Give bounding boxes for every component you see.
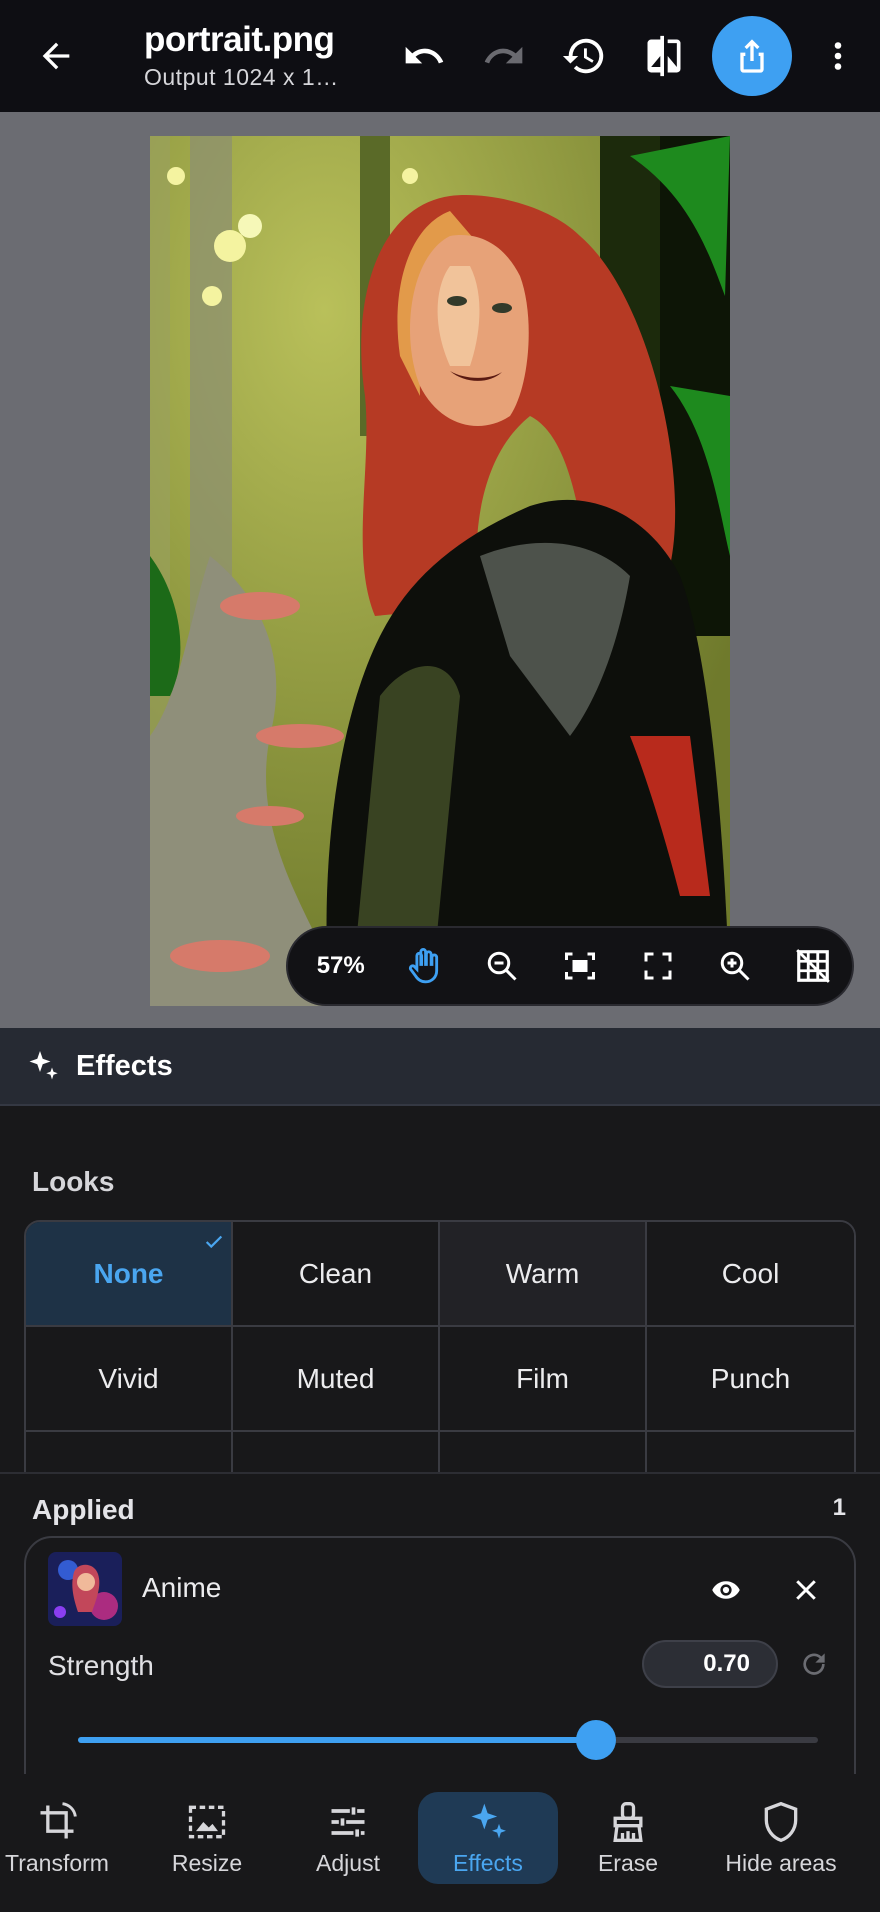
look-label: Cool	[721, 1257, 780, 1289]
zoom-level[interactable]: 57%	[288, 952, 385, 980]
nav-label: Hide areas	[725, 1849, 837, 1876]
compare-icon[interactable]	[636, 28, 692, 84]
looks-title: Looks	[32, 1166, 115, 1197]
nav-resize[interactable]: Resize	[146, 1792, 268, 1884]
look-placeholder[interactable]	[26, 1432, 233, 1472]
sparkles-icon	[466, 1800, 510, 1844]
look-vivid[interactable]: Vivid	[26, 1327, 233, 1432]
look-placeholder[interactable]	[233, 1432, 440, 1472]
reset-icon[interactable]	[792, 1642, 836, 1686]
visibility-eye-icon[interactable]	[698, 1562, 754, 1618]
nav-label: Transform	[5, 1849, 109, 1876]
nav-label: Erase	[597, 1849, 659, 1876]
strength-slider[interactable]	[78, 1720, 818, 1760]
applied-count: 1	[832, 1494, 846, 1521]
sliders-icon	[326, 1800, 370, 1844]
nav-effects[interactable]: Effects	[418, 1792, 558, 1884]
history-icon[interactable]	[556, 28, 612, 84]
effect-thumbnail	[48, 1552, 122, 1626]
look-label: Punch	[710, 1362, 791, 1394]
redo-icon[interactable]	[476, 28, 532, 84]
zoom-toolbar: 57%	[286, 926, 854, 1006]
nav-hide-areas[interactable]: Hide areas	[710, 1792, 852, 1884]
edited-portrait-image	[150, 136, 730, 1006]
applied-effects-section: Applied 1 Anime Strength 0.70	[0, 1472, 880, 1774]
pan-hand-icon[interactable]	[385, 926, 463, 1006]
output-size-subtitle: Output 1024 x 1536	[144, 64, 344, 90]
applied-effect-card: Anime Strength 0.70	[24, 1536, 856, 1774]
nav-label: Resize	[171, 1849, 243, 1876]
top-app-bar: portrait.png Output 1024 x 1536	[0, 0, 880, 112]
more-vert-icon[interactable]	[818, 28, 858, 84]
look-punch[interactable]: Punch	[647, 1327, 854, 1432]
nav-adjust[interactable]: Adjust	[290, 1792, 406, 1884]
nav-transform[interactable]: Transform	[0, 1792, 114, 1884]
look-warm[interactable]: Warm	[440, 1222, 647, 1327]
look-cool[interactable]: Cool	[647, 1222, 854, 1327]
back-arrow-icon[interactable]	[24, 28, 88, 84]
share-button[interactable]	[712, 16, 792, 96]
effect-name: Anime	[142, 1572, 222, 1603]
shield-icon	[759, 1800, 803, 1844]
effects-panel: Looks None Clean Warm Cool Vivid Muted F…	[0, 1108, 880, 1472]
look-label: Clean	[298, 1257, 373, 1289]
look-clean[interactable]: Clean	[233, 1222, 440, 1327]
look-film[interactable]: Film	[440, 1327, 647, 1432]
resize-image-icon	[185, 1800, 229, 1844]
look-placeholder[interactable]	[440, 1432, 647, 1472]
look-none[interactable]: None	[26, 1222, 233, 1327]
share-icon	[740, 39, 764, 73]
fit-screen-icon[interactable]	[541, 926, 619, 1006]
image-canvas[interactable]: 57%	[0, 112, 880, 1028]
effects-header: Effects	[0, 1028, 880, 1106]
nav-label: Effects	[453, 1849, 523, 1876]
strength-label: Strength	[48, 1650, 154, 1681]
check-icon	[203, 1228, 225, 1260]
look-muted[interactable]: Muted	[233, 1327, 440, 1432]
sparkles-icon	[24, 1047, 62, 1085]
zoom-in-icon[interactable]	[696, 926, 774, 1006]
look-label: Film	[516, 1362, 569, 1394]
file-title: portrait.png	[144, 20, 335, 59]
nav-label: Adjust	[316, 1849, 380, 1876]
slider-fill	[78, 1737, 596, 1743]
zoom-out-icon[interactable]	[463, 926, 541, 1006]
slider-thumb[interactable]	[576, 1720, 616, 1760]
remove-effect-close-icon[interactable]	[778, 1562, 834, 1618]
applied-title: Applied	[32, 1494, 135, 1525]
grid-off-icon[interactable]	[774, 926, 852, 1006]
effects-title: Effects	[76, 1049, 173, 1082]
look-label: Vivid	[98, 1362, 159, 1394]
look-label: None	[93, 1257, 164, 1289]
crop-rotate-icon	[35, 1800, 79, 1844]
undo-icon[interactable]	[396, 28, 452, 84]
look-label: Warm	[505, 1257, 580, 1289]
bottom-navigation: Transform Resize Adjust Effects Erase Hi…	[0, 1774, 880, 1912]
fullscreen-icon[interactable]	[619, 926, 697, 1006]
look-placeholder[interactable]	[647, 1432, 854, 1472]
brush-icon	[606, 1800, 650, 1844]
nav-erase[interactable]: Erase	[578, 1792, 678, 1884]
strength-value-field[interactable]: 0.70	[642, 1640, 778, 1688]
looks-grid: None Clean Warm Cool Vivid Muted Film Pu…	[24, 1220, 856, 1472]
look-label: Muted	[296, 1362, 375, 1394]
